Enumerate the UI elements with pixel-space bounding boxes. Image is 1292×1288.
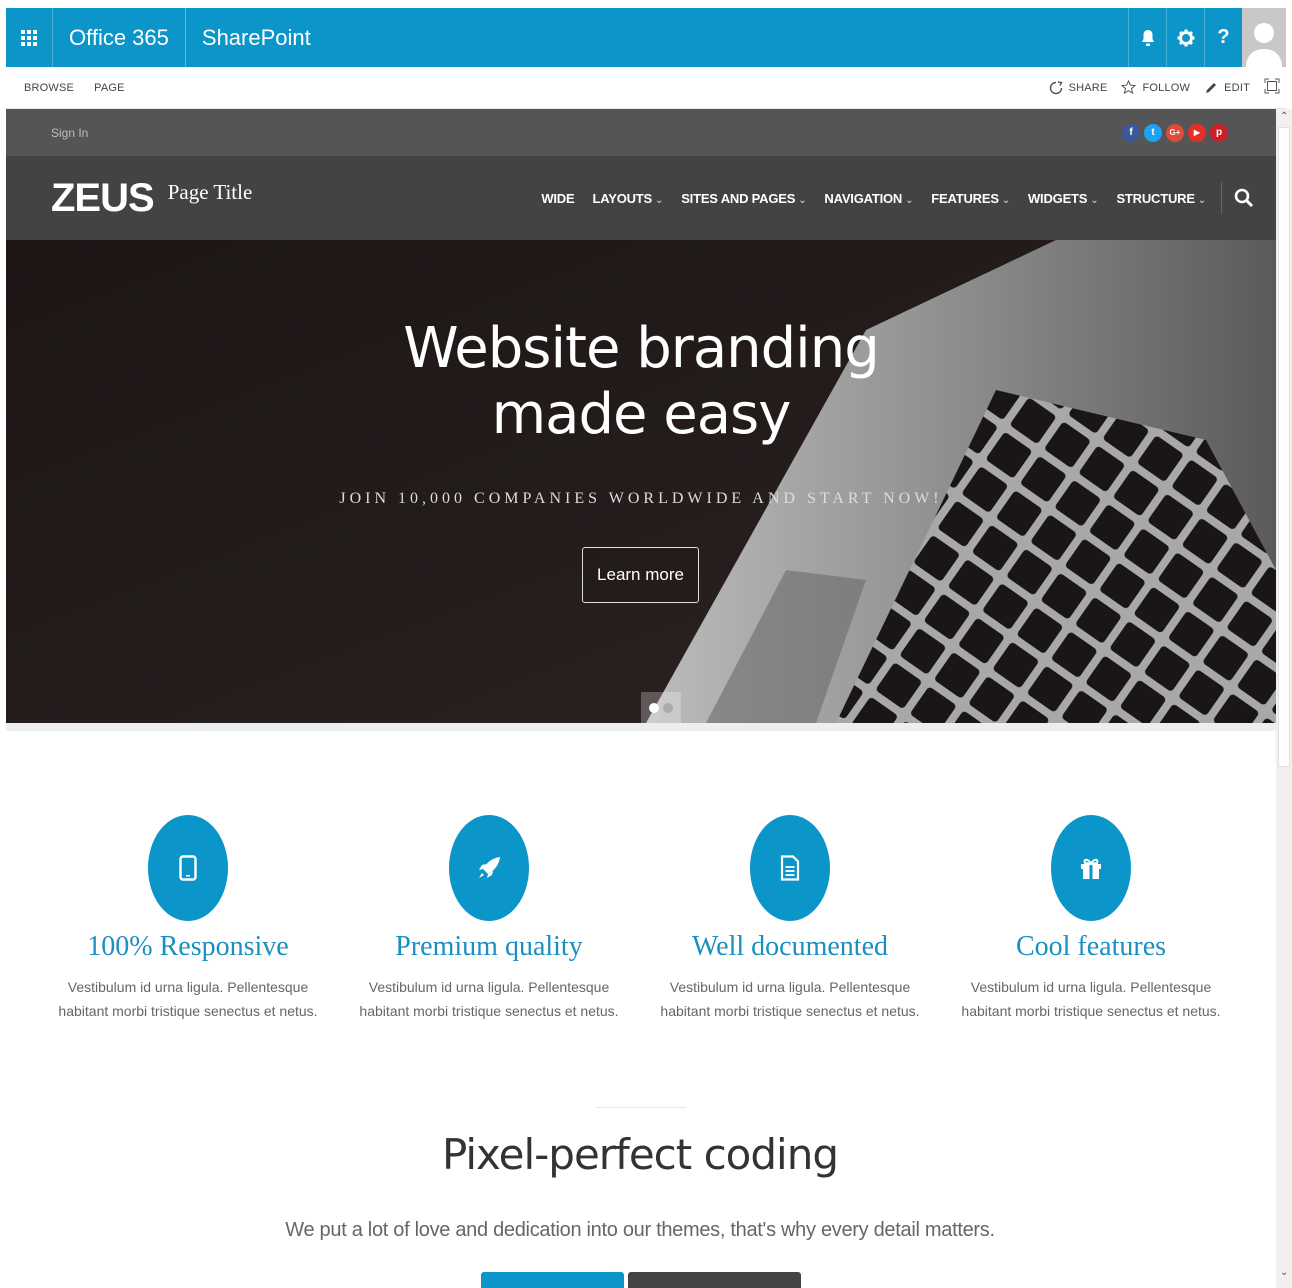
feature-text: Vestibulum id urna ligula. Pellentesque h…: [660, 979, 920, 1019]
nav-item-navigation[interactable]: NAVIGATION ⌄: [815, 191, 922, 206]
learn-more-button[interactable]: Learn more: [582, 547, 699, 603]
hero-laptop-image: [6, 240, 1276, 723]
nav-divider: [1221, 182, 1222, 214]
ribbon-bar: BROWSE PAGE SHARE FOLLOW EDIT: [6, 67, 1286, 109]
nav-item-wide[interactable]: WIDE: [532, 191, 583, 206]
tab-page[interactable]: PAGE: [84, 82, 135, 94]
feature-card: Premium quality Vestibulum id urna ligul…: [339, 815, 639, 1023]
gift-icon: [1051, 815, 1131, 921]
feature-text: Vestibulum id urna ligula. Pellentesque h…: [961, 979, 1221, 1019]
nav-item-label: NAVIGATION: [824, 190, 903, 206]
search-icon[interactable]: [1232, 186, 1256, 210]
star-icon: [1121, 80, 1137, 95]
feature-title: Cool features: [1015, 931, 1167, 962]
share-icon: [1049, 80, 1063, 94]
focus-mode-icon[interactable]: [1264, 78, 1280, 97]
tablet-icon: [148, 815, 228, 921]
social-links: f t G+ ▶ p: [1122, 123, 1228, 142]
slider-dot[interactable]: [649, 702, 659, 713]
nav-item-sites-and-pages[interactable]: SITES AND PAGES ⌄: [672, 191, 815, 206]
nav-item-features[interactable]: FEATURES ⌄: [922, 191, 1019, 206]
chevron-down-icon: ⌄: [655, 194, 664, 206]
main-navigation: ZEUS Page Title WIDE LAYOUTS ⌄ SITES AND …: [6, 156, 1276, 240]
nav-item-label: WIDGETS: [1027, 190, 1088, 206]
help-icon[interactable]: ?: [1204, 8, 1242, 67]
nav-item-widgets[interactable]: WIDGETS ⌄: [1019, 191, 1107, 206]
nav-item-label: LAYOUTS: [592, 190, 653, 206]
page-title: Page Title: [167, 179, 253, 204]
document-icon: [750, 815, 830, 921]
edit-label: EDIT: [1224, 81, 1250, 94]
feature-text: Vestibulum id urna ligula. Pellentesque h…: [359, 979, 619, 1019]
youtube-icon[interactable]: ▶: [1188, 123, 1206, 142]
scrollbar-thumb[interactable]: [1278, 127, 1290, 767]
nav-item-label: SITES AND PAGES: [681, 190, 796, 206]
feature-card: 100% Responsive Vestibulum id urna ligul…: [38, 815, 338, 1023]
scroll-down-arrow-icon[interactable]: ⌄: [1280, 1267, 1288, 1278]
top-bar: Sign In f t G+ ▶ p: [6, 109, 1276, 156]
sign-in-link[interactable]: Sign In: [51, 126, 88, 140]
settings-gear-icon[interactable]: [1166, 8, 1204, 67]
zeus-logo[interactable]: ZEUS: [51, 176, 155, 221]
page-scrollbar[interactable]: ⌃ ⌄: [1276, 109, 1292, 1288]
twitter-icon[interactable]: t: [1144, 123, 1162, 142]
feature-text: Vestibulum id urna ligula. Pellentesque h…: [58, 979, 318, 1019]
nav-item-label: FEATURES: [931, 190, 999, 206]
scroll-up-arrow-icon[interactable]: ⌃: [1280, 111, 1288, 122]
chevron-down-icon: ⌄: [1001, 194, 1010, 206]
follow-button[interactable]: FOLLOW: [1121, 80, 1190, 95]
feature-title: Premium quality: [395, 931, 583, 962]
notifications-bell-icon[interactable]: [1128, 8, 1166, 67]
office-365-link[interactable]: Office 365: [52, 8, 185, 67]
nav-item-label: STRUCTURE: [1116, 190, 1195, 206]
nav-item-label: WIDE: [541, 190, 575, 206]
follow-label: FOLLOW: [1142, 81, 1191, 94]
chevron-down-icon: ⌄: [1090, 194, 1099, 206]
facebook-icon[interactable]: f: [1122, 123, 1140, 142]
slider-dot[interactable]: [663, 702, 673, 713]
google-plus-icon[interactable]: G+: [1166, 123, 1184, 142]
feature-title: Well documented: [691, 931, 888, 962]
hero-title-line: Website branding: [403, 316, 880, 381]
feature-title: 100% Responsive: [87, 931, 289, 962]
feature-card: Cool features Vestibulum id urna ligula.…: [941, 815, 1241, 1023]
share-label: SHARE: [1068, 81, 1108, 94]
section-title: Pixel-perfect coding: [441, 1130, 839, 1179]
section-subtitle: We put a lot of love and dedication into…: [285, 1219, 995, 1241]
share-button[interactable]: SHARE: [1049, 80, 1108, 95]
sharepoint-link[interactable]: SharePoint: [184, 8, 327, 67]
chevron-down-icon: ⌄: [1197, 194, 1206, 206]
nav-item-structure[interactable]: STRUCTURE ⌄: [1107, 191, 1215, 206]
pinterest-icon[interactable]: p: [1210, 123, 1228, 142]
hero-title-line: made easy: [491, 382, 792, 447]
hero-slider: Website branding made easy JOIN 10,000 CO…: [6, 240, 1276, 723]
hero-divider: [6, 723, 1276, 731]
feature-card: Well documented Vestibulum id urna ligul…: [640, 815, 940, 1023]
primary-cta-button[interactable]: [481, 1272, 624, 1288]
app-launcher-icon[interactable]: [6, 8, 52, 67]
suite-bar: Office 365 SharePoint ?: [6, 8, 1286, 67]
chevron-down-icon: ⌄: [905, 194, 914, 206]
edit-button[interactable]: EDIT: [1204, 81, 1250, 95]
chevron-down-icon: ⌄: [798, 194, 807, 206]
section-divider: [596, 1107, 686, 1108]
user-avatar[interactable]: [1242, 8, 1286, 67]
nav-item-layouts[interactable]: LAYOUTS ⌄: [583, 191, 672, 206]
hero-subtitle: JOIN 10,000 COMPANIES WORLDWIDE AND STAR…: [339, 490, 943, 507]
slider-pagination: [641, 692, 681, 723]
tab-browse[interactable]: BROWSE: [6, 82, 84, 94]
pencil-icon: [1206, 82, 1217, 93]
hero-title: Website branding made easy: [6, 316, 1276, 448]
rocket-icon: [449, 815, 529, 921]
secondary-cta-button[interactable]: [628, 1272, 801, 1288]
